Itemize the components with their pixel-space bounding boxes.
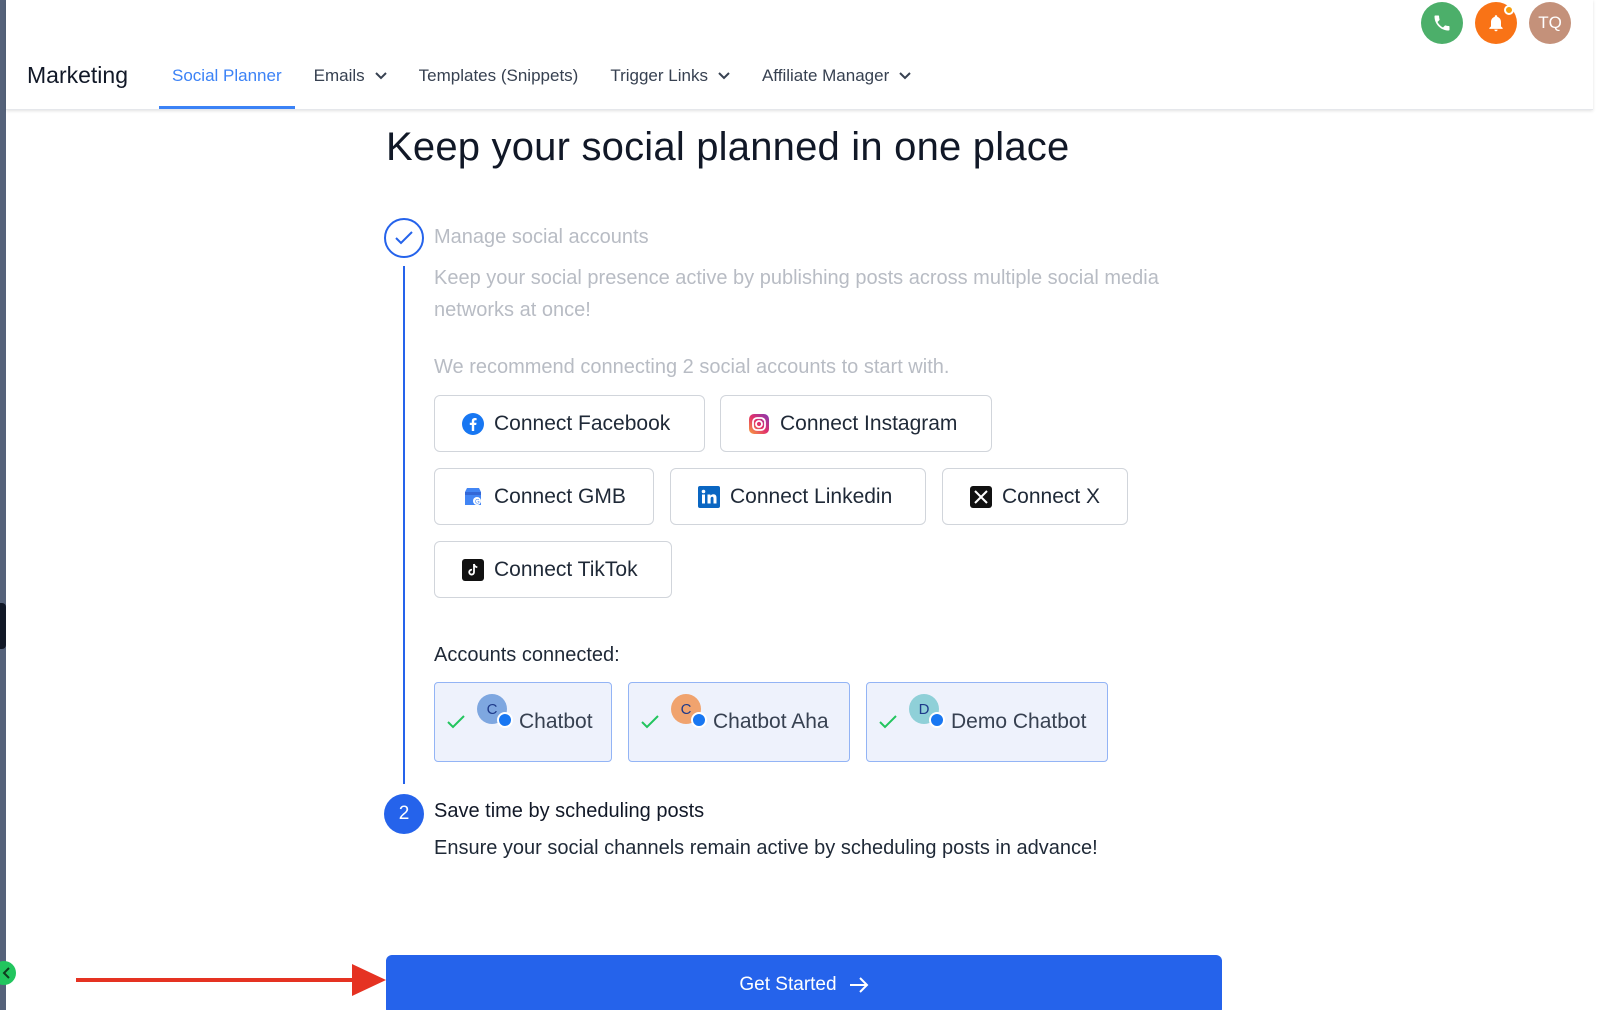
sidebar-collapse-toggle[interactable] [0,961,16,985]
check-icon [879,715,897,729]
connect-label: Connect Instagram [780,411,958,435]
avatar-initial: C [680,700,692,718]
avatar-initials: TQ [1538,13,1562,32]
x-icon [970,485,992,508]
tab-label: Emails [313,65,365,85]
get-started-label: Get Started [739,974,837,995]
connected-account-card[interactable]: C Chatbot [434,682,612,762]
chevron-down-icon [718,71,730,80]
avatar: D [909,694,945,728]
connect-label: Connect GMB [494,484,626,508]
step-2-indicator: 2 [384,794,424,834]
avatar-initial: D [918,700,930,718]
account-name: Chatbot [519,710,593,733]
facebook-badge-icon [497,712,513,728]
notifications-button[interactable] [1475,2,1517,44]
phone-icon [1434,15,1450,31]
connect-instagram-button[interactable]: Connect Instagram [720,395,992,452]
connect-label: Connect TikTok [494,557,638,581]
gmb-icon: G [462,486,484,508]
step-2-title: Save time by scheduling posts [434,800,705,822]
chevron-down-icon [899,71,911,80]
tab-social-planner[interactable]: Social Planner [159,57,295,109]
user-avatar[interactable]: TQ [1529,2,1571,44]
notification-dot [1504,5,1514,15]
tab-trigger-links[interactable]: Trigger Links [597,57,743,109]
phone-button[interactable] [1421,2,1463,44]
step-number: 2 [398,803,410,824]
facebook-badge-icon [691,712,707,728]
chevron-left-icon [2,967,10,979]
instagram-icon [748,413,770,435]
arrow-right-icon [849,977,869,993]
check-icon [395,231,413,245]
main-content: Keep your social planned in one place [386,125,1226,170]
connect-linkedin-button[interactable]: Connect Linkedin [670,468,926,525]
recommend-text: We recommend connecting 2 social account… [434,356,950,378]
connect-label: Connect X [1002,484,1101,508]
check-icon [447,715,465,729]
left-sidebar-rail [0,0,6,1010]
connect-tiktok-button[interactable]: Connect TikTok [434,541,672,598]
bell-icon [1489,15,1503,32]
marketing-tabs: Social Planner Emails Templates (Snippet… [159,57,930,109]
brand-title: Marketing [27,62,128,88]
header-actions: TQ [1421,2,1571,44]
facebook-badge-icon [929,712,945,728]
annotation-arrow-icon [76,960,386,1005]
sidebar-handle[interactable] [0,603,6,649]
tab-templates[interactable]: Templates (Snippets) [406,57,592,109]
account-name: Chatbot Aha [713,710,829,733]
connected-account-card[interactable]: D Demo Chatbot [866,682,1108,762]
tab-label: Social Planner [172,65,282,85]
step-2-description: Ensure your social channels remain activ… [434,837,1098,859]
get-started-button[interactable]: Get Started [386,955,1222,1010]
tiktok-icon [462,558,484,581]
top-header: Marketing Social Planner Emails Template… [6,0,1593,110]
connect-gmb-button[interactable]: G Connect GMB [434,468,654,525]
tab-affiliate-manager[interactable]: Affiliate Manager [749,57,924,109]
tab-label: Trigger Links [610,65,708,85]
avatar: C [671,694,707,728]
facebook-icon [462,412,484,435]
connect-label: Connect Linkedin [730,484,893,508]
tab-emails[interactable]: Emails [301,57,400,109]
step-1-indicator [384,218,424,258]
connect-x-button[interactable]: Connect X [942,468,1128,525]
step-1-title: Manage social accounts [434,226,649,248]
connect-facebook-button[interactable]: Connect Facebook [434,395,705,452]
step-1-description: Keep your social presence active by publ… [434,267,1159,321]
svg-text:G: G [475,499,480,505]
chevron-down-icon [374,71,387,80]
step-connector-line [403,266,405,784]
connected-account-card[interactable]: C Chatbot Aha [628,682,850,762]
tab-label: Affiliate Manager [761,65,890,85]
accounts-connected-label: Accounts connected: [434,644,620,666]
avatar: C [477,694,513,728]
connect-label: Connect Facebook [494,411,671,435]
linkedin-icon [698,485,720,508]
account-name: Demo Chatbot [951,710,1087,733]
tab-label: Templates (Snippets) [418,65,579,85]
page-title: Keep your social planned in one place [386,125,1070,169]
check-icon [641,715,659,729]
avatar-initial: C [486,700,498,718]
